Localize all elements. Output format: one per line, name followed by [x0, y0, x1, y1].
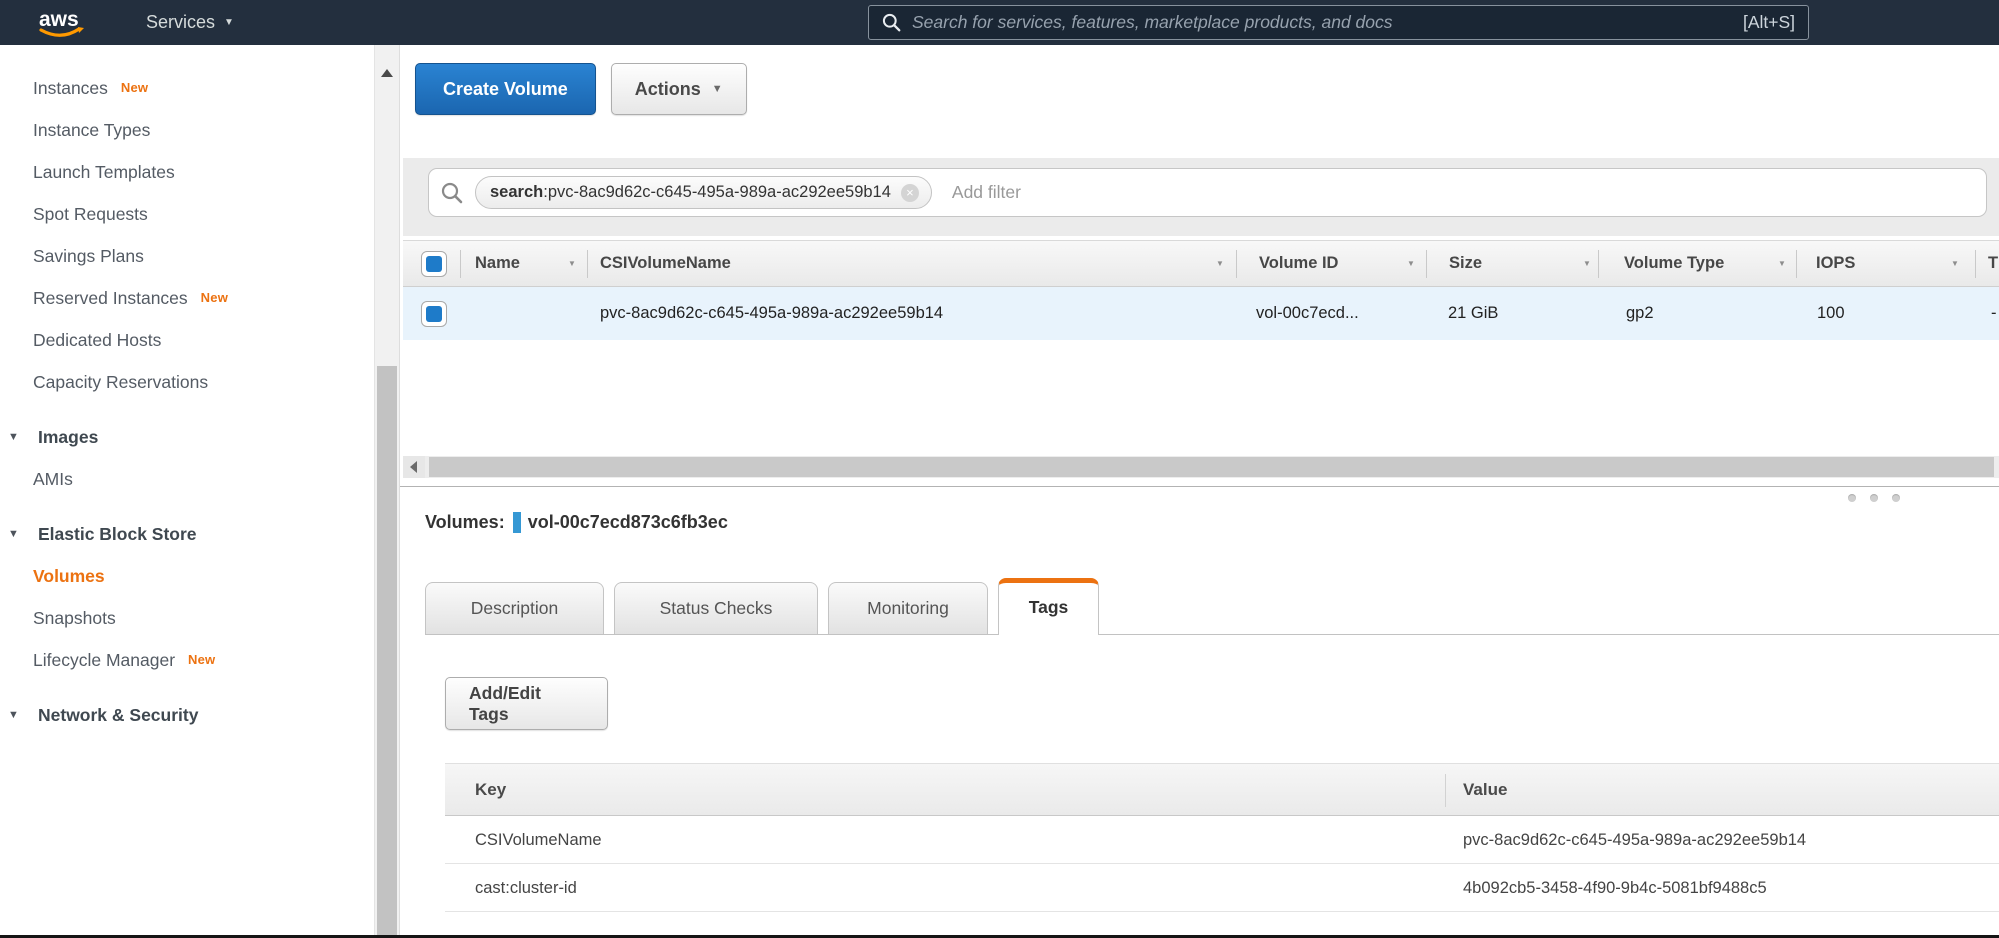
chevron-down-icon: ▼ — [8, 694, 19, 736]
row-checkbox[interactable] — [421, 301, 447, 327]
sidebar-item-volumes[interactable]: Volumes — [0, 555, 374, 597]
add-edit-tags-button[interactable]: Add/Edit Tags — [445, 677, 608, 730]
tab-description[interactable]: Description — [425, 582, 604, 634]
tag-key: cast:cluster-id — [475, 864, 577, 912]
chevron-down-icon: ▼ — [8, 513, 19, 555]
tab-monitoring[interactable]: Monitoring — [828, 582, 988, 634]
actions-button[interactable]: Actions ▼ — [611, 63, 747, 115]
sort-icon[interactable]: ▼ — [1407, 241, 1415, 286]
select-all-checkbox[interactable] — [421, 251, 447, 277]
chevron-down-icon: ▼ — [8, 416, 19, 458]
tag-row: CSIVolumeName pvc-8ac9d62c-c645-495a-989… — [445, 816, 1999, 864]
search-icon — [441, 182, 463, 204]
sidebar-section-elastic-block-store[interactable]: ▼ Elastic Block Store — [0, 513, 374, 555]
column-header-throughput-cut[interactable]: T — [1988, 241, 1998, 286]
global-search-input[interactable] — [912, 12, 1733, 33]
sidebar-item-savings-plans[interactable]: Savings Plans — [0, 235, 374, 277]
sidebar-item-capacity-reservations[interactable]: Capacity Reservations — [0, 361, 374, 403]
detail-heading: Volumes: vol-00c7ecd873c6fb3ec — [425, 512, 728, 533]
pane-resize-handle[interactable] — [1848, 494, 1914, 502]
column-header-name[interactable]: Name — [475, 241, 520, 286]
sidebar-scrollbar[interactable] — [374, 45, 400, 938]
filter-search-box[interactable]: search : pvc-8ac9d62c-c645-495a-989a-ac2… — [428, 168, 1987, 217]
sort-icon[interactable]: ▼ — [568, 241, 576, 286]
tags-table: Key Value CSIVolumeName pvc-8ac9d62c-c64… — [445, 763, 1999, 912]
toolbar: Create Volume Actions ▼ — [415, 63, 747, 115]
new-badge: New — [201, 290, 228, 305]
sidebar-item-lifecycle-manager[interactable]: Lifecycle ManagerNew — [0, 639, 374, 681]
aws-logo[interactable]: aws — [34, 6, 90, 40]
sidebar-item-snapshots[interactable]: Snapshots — [0, 597, 374, 639]
column-header-volume-id[interactable]: Volume ID — [1259, 241, 1338, 286]
tag-value: 4b092cb5-3458-4f90-9b4c-5081bf9488c5 — [1463, 864, 1767, 912]
horizontal-scrollbar-thumb[interactable] — [429, 457, 1994, 477]
search-icon — [882, 13, 901, 32]
tag-key: CSIVolumeName — [475, 816, 602, 864]
cell-volume-id: vol-00c7ecd... — [1256, 287, 1359, 340]
add-filter-placeholder[interactable]: Add filter — [952, 182, 1021, 203]
svg-text:aws: aws — [39, 8, 79, 31]
sidebar-section-images[interactable]: ▼ Images — [0, 416, 374, 458]
tag-row: cast:cluster-id 4b092cb5-3458-4f90-9b4c-… — [445, 864, 1999, 912]
new-badge: New — [121, 80, 148, 95]
horizontal-scrollbar[interactable] — [403, 456, 1999, 478]
tab-tags[interactable]: Tags — [998, 578, 1099, 635]
selection-bar — [513, 512, 521, 533]
new-badge: New — [188, 652, 215, 667]
tags-table-header: Key Value — [445, 763, 1999, 816]
column-header-iops[interactable]: IOPS — [1816, 241, 1855, 286]
cell-iops: 100 — [1817, 287, 1845, 340]
column-header-csivolumename[interactable]: CSIVolumeName — [600, 241, 731, 286]
sort-icon[interactable]: ▼ — [1583, 241, 1591, 286]
filter-strip: search : pvc-8ac9d62c-c645-495a-989a-ac2… — [403, 158, 1999, 236]
sidebar-item-reserved-instances[interactable]: Reserved InstancesNew — [0, 277, 374, 319]
sidebar-section-network-security[interactable]: ▼ Network & Security — [0, 694, 374, 736]
column-header-volume-type[interactable]: Volume Type — [1624, 241, 1724, 286]
search-shortcut-hint: [Alt+S] — [1743, 12, 1795, 33]
tags-column-value: Value — [1463, 764, 1507, 816]
global-search-bar[interactable]: [Alt+S] — [868, 5, 1809, 40]
sidebar-item-spot-requests[interactable]: Spot Requests — [0, 193, 374, 235]
scroll-up-icon[interactable] — [381, 69, 393, 77]
sort-icon[interactable]: ▼ — [1216, 241, 1224, 286]
cell-size: 21 GiB — [1448, 287, 1498, 340]
tab-status-checks[interactable]: Status Checks — [614, 582, 818, 634]
volumes-table-header: Name ▼ CSIVolumeName ▼ Volume ID ▼ Size … — [403, 240, 1999, 287]
sort-icon[interactable]: ▼ — [1778, 241, 1786, 286]
chevron-down-icon: ▼ — [712, 83, 723, 95]
services-menu[interactable]: Services ▼ — [146, 12, 234, 33]
sidebar-item-instances[interactable]: InstancesNew — [0, 67, 374, 109]
volumes-label: Volumes: — [425, 512, 505, 533]
column-header-size[interactable]: Size — [1449, 241, 1482, 286]
cell-volume-type: gp2 — [1626, 287, 1654, 340]
search-filter-token[interactable]: search : pvc-8ac9d62c-c645-495a-989a-ac2… — [475, 176, 932, 209]
volume-table-row[interactable]: pvc-8ac9d62c-c645-495a-989a-ac292ee59b14… — [403, 287, 1999, 340]
scroll-left-icon — [410, 461, 417, 473]
top-navbar: aws Services ▼ [Alt+S] — [0, 0, 1999, 45]
scroll-left-button[interactable] — [403, 456, 425, 478]
pane-divider — [400, 486, 1999, 487]
close-icon[interactable]: × — [901, 184, 919, 202]
sidebar-scrollbar-thumb[interactable] — [377, 366, 397, 938]
sidebar-item-instance-types[interactable]: Instance Types — [0, 109, 374, 151]
sidebar-item-amis[interactable]: AMIs — [0, 458, 374, 500]
tags-column-key: Key — [475, 764, 506, 816]
cell-throughput: - — [1991, 287, 1997, 340]
cell-csivolumename: pvc-8ac9d62c-c645-495a-989a-ac292ee59b14 — [600, 287, 943, 340]
tag-value: pvc-8ac9d62c-c645-495a-989a-ac292ee59b14 — [1463, 816, 1806, 864]
selected-volume-id: vol-00c7ecd873c6fb3ec — [528, 512, 728, 533]
sidebar: InstancesNew Instance Types Launch Templ… — [0, 45, 374, 938]
aws-ec2-console: aws Services ▼ [Alt+S] InstancesNew Inst… — [0, 0, 1999, 938]
chevron-down-icon: ▼ — [224, 17, 234, 28]
sidebar-item-launch-templates[interactable]: Launch Templates — [0, 151, 374, 193]
sidebar-item-dedicated-hosts[interactable]: Dedicated Hosts — [0, 319, 374, 361]
main-panel: Create Volume Actions ▼ search : pvc-8ac… — [400, 45, 1999, 938]
detail-tabs: Description Status Checks Monitoring Tag… — [425, 576, 1999, 635]
sort-icon[interactable]: ▼ — [1951, 241, 1959, 286]
create-volume-button[interactable]: Create Volume — [415, 63, 596, 115]
aws-logo-graphic: aws — [34, 6, 90, 40]
